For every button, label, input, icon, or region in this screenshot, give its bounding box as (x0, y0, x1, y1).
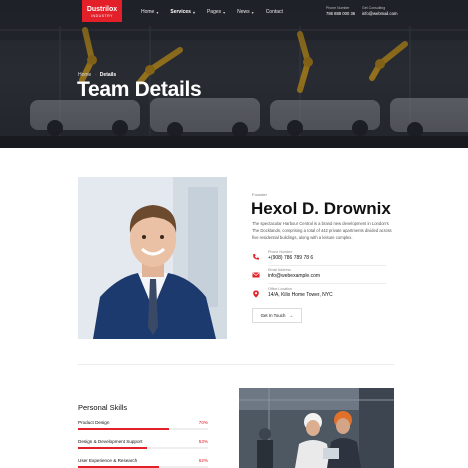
header-phone[interactable]: Phone Number 786 888 000 36 (326, 6, 355, 17)
skill-progress-fill (78, 428, 169, 430)
hero-banner: Dustrilox INDUSTRY Home ▾ Services ▾ Pag… (0, 0, 468, 148)
nav-item-label: News (237, 9, 250, 15)
skill-percent: 53% (198, 439, 208, 444)
info-phone-label: Phone Number (268, 250, 293, 254)
team-member-portrait (78, 177, 227, 339)
team-member-photo (78, 177, 227, 339)
chevron-down-icon: ▾ (223, 9, 226, 15)
mail-icon (252, 272, 260, 278)
info-location-label: Office Location (268, 287, 292, 291)
header-email-value: info@webmail.com (362, 11, 398, 16)
info-location-value: 14/A, Kilix Home Tower, NYC (268, 292, 333, 298)
info-divider (268, 283, 386, 284)
skill-percent: 70% (198, 420, 208, 425)
workers-image (239, 388, 394, 468)
get-in-touch-button[interactable]: Get In Touch → (252, 308, 302, 323)
nav-item-label: Home (141, 9, 155, 15)
arrow-right-icon: → (288, 312, 294, 319)
skill-track (78, 428, 208, 430)
team-member-role: Founder (252, 192, 267, 197)
skill-label: User Experience & Research (78, 458, 138, 463)
skill-label: Product Design (78, 420, 110, 425)
nav-item-services[interactable]: Services ▾ (170, 9, 195, 15)
nav-item-news[interactable]: News ▾ (237, 9, 254, 15)
header-phone-value: 786 888 000 36 (326, 11, 356, 16)
location-pin-icon (253, 290, 259, 298)
logo-brand: Dustrilox (86, 6, 118, 13)
page-title: Team Details (77, 78, 202, 101)
logo-subtitle: INDUSTRY (91, 14, 113, 18)
skill-percent: 62% (198, 458, 208, 463)
chevron-down-icon: ▾ (192, 9, 195, 15)
phone-icon (253, 254, 259, 260)
nav-item-pages[interactable]: Pages ▾ (207, 9, 225, 15)
workers-photo (239, 388, 394, 468)
main-nav: Home ▾ Services ▾ Pages ▾ News ▾ Contact (141, 9, 283, 15)
nav-item-label: Services (170, 9, 191, 15)
skill-track (78, 447, 208, 449)
header-email[interactable]: Get Consulting info@webmail.com (362, 6, 397, 17)
get-in-touch-label: Get In Touch (260, 313, 286, 318)
info-divider (268, 265, 386, 266)
team-member-bio: The spectacular Harbour Central is a bra… (252, 221, 392, 240)
section-divider (78, 364, 394, 365)
nav-item-home[interactable]: Home ▾ (141, 9, 158, 15)
nav-item-label: Pages (206, 9, 222, 15)
site-header: Dustrilox INDUSTRY Home ▾ Services ▾ Pag… (0, 0, 468, 26)
skill-label: Design & Development Support (78, 439, 143, 444)
chevron-down-icon: ▾ (156, 9, 159, 15)
nav-item-contact[interactable]: Contact (266, 9, 283, 15)
info-email-label: Email Address (268, 268, 291, 272)
info-phone-value: +(908) 786 789 78 6 (268, 255, 314, 261)
site-logo[interactable]: Dustrilox INDUSTRY (82, 0, 122, 22)
nav-item-label: Contact (265, 9, 283, 15)
chevron-down-icon: ▾ (251, 9, 254, 15)
team-member-name: Hexol D. Drownix (251, 199, 391, 218)
skills-title: Personal Skills (78, 403, 128, 412)
skill-progress-fill (78, 447, 147, 449)
info-email-value: info@webexample.com (268, 273, 321, 279)
